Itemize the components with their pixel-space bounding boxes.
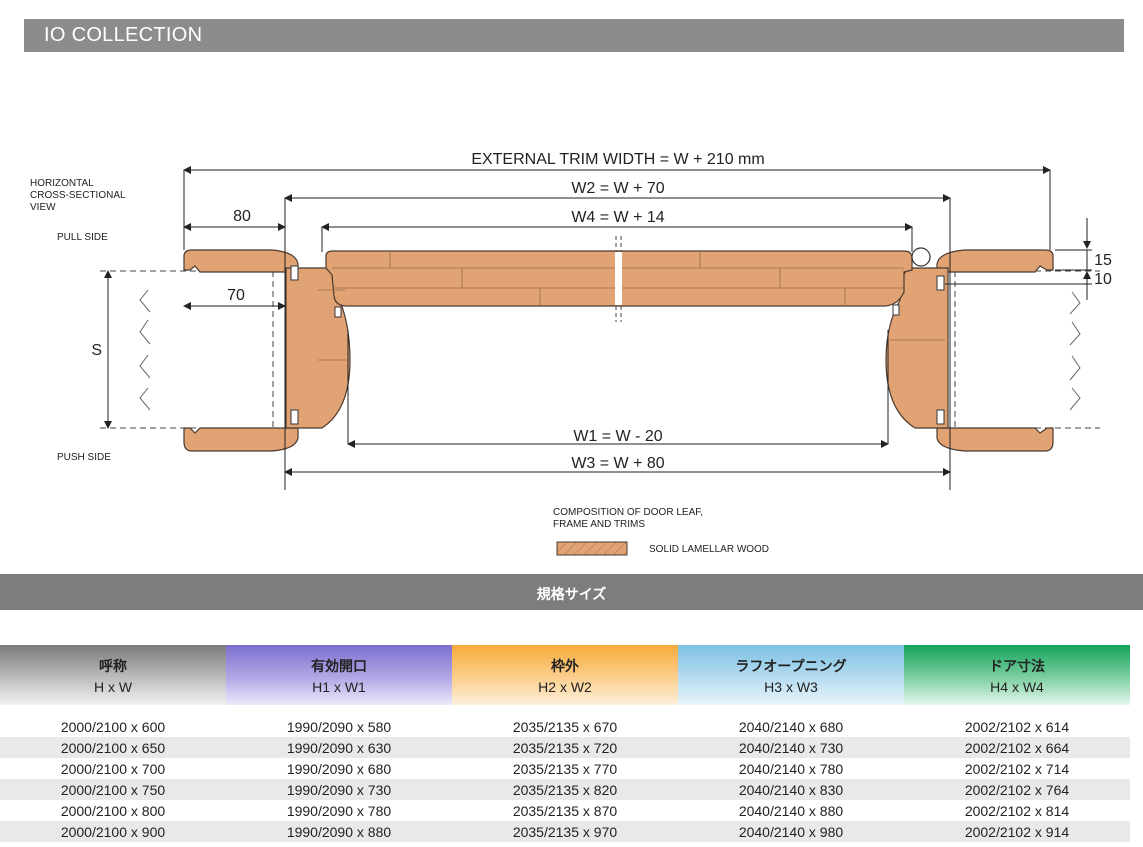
table-cell: 2000/2100 x 750: [0, 779, 226, 800]
table-row: 2000/2100 x 700 1990/2090 x 680 2035/213…: [0, 758, 1130, 779]
table-cell: 2035/2135 x 870: [512, 802, 618, 819]
table-cell: 2002/2102 x 814: [964, 802, 1070, 819]
col-header-frame-outer: 枠外 H2 x W2: [452, 645, 678, 705]
table-cell: 2002/2102 x 614: [964, 718, 1070, 735]
cross-section-diagram: EXTERNAL TRIM WIDTH = W + 210 mm W2 = W …: [91, 151, 1112, 556]
table-cell: 2040/2140 x 880: [738, 802, 844, 819]
dimension-labels: EXTERNAL TRIM WIDTH = W + 210 mm W2 = W …: [91, 151, 1112, 472]
table-cell: 2035/2135 x 820: [452, 779, 678, 800]
w3-label: W3 = W + 80: [571, 455, 664, 472]
size-table: 呼称 H x W 有効開口 H1 x W1 枠外 H2 x W2 ラフオープニング H3…: [0, 645, 1130, 842]
legend-swatch: [556, 541, 628, 556]
table-cell: 1990/2090 x 730: [226, 779, 452, 800]
table-cell: 2035/2135 x 720: [452, 737, 678, 758]
table-cell: 2040/2140 x 980: [678, 821, 904, 842]
table-cell: 2035/2135 x 770: [512, 760, 618, 777]
table-cell: 2000/2100 x 700: [60, 760, 166, 777]
dim-s-label: S: [91, 342, 102, 359]
right-wall-outline: [945, 270, 1100, 429]
right-wall-break: [1069, 291, 1081, 411]
table-row: 2000/2100 x 750 1990/2090 x 730 2035/213…: [0, 779, 1130, 800]
dim-15-label: 15: [1094, 252, 1112, 269]
legend-item-label: SOLID LAMELLAR WOOD: [649, 544, 770, 555]
table-cell: 2040/2140 x 830: [678, 779, 904, 800]
legend-title: COMPOSITION OF DOOR LEAF, FRAME AND TRIM…: [553, 507, 704, 530]
table-cell: 2000/2100 x 600: [60, 718, 166, 735]
right-push-trim: [936, 427, 1054, 452]
dim-70-label: 70: [227, 287, 245, 304]
table-cell: 2035/2135 x 970: [452, 821, 678, 842]
table-cell: 2002/2102 x 664: [904, 737, 1130, 758]
dim-10-label: 10: [1094, 271, 1112, 288]
table-row: 2000/2100 x 800 1990/2090 x 780 2035/213…: [0, 800, 1130, 821]
table-cell: 2040/2140 x 730: [678, 737, 904, 758]
table-cell: 2002/2102 x 714: [964, 760, 1070, 777]
table-row: 2000/2100 x 650 1990/2090 x 630 2035/213…: [0, 737, 1130, 758]
table-cell: 1990/2090 x 580: [286, 718, 392, 735]
external-width-label: EXTERNAL TRIM WIDTH = W + 210 mm: [471, 151, 764, 168]
table-cell: 2040/2140 x 780: [738, 760, 844, 777]
table-cell: 2000/2100 x 800: [60, 802, 166, 819]
col-header-rough-opening: ラフオープニング H3 x W3: [678, 645, 904, 705]
col-header-door-size: ドア寸法 H4 x W4: [904, 645, 1130, 705]
w4-label: W4 = W + 14: [571, 209, 664, 226]
left-push-trim: [183, 427, 299, 452]
table-cell: 2002/2102 x 914: [904, 821, 1130, 842]
table-cell: 1990/2090 x 780: [286, 802, 392, 819]
table-cell: 2000/2100 x 650: [0, 737, 226, 758]
table-cell: 2002/2102 x 764: [904, 779, 1130, 800]
table-cell: 1990/2090 x 680: [286, 760, 392, 777]
table-cell: 1990/2090 x 880: [226, 821, 452, 842]
col-header-clear-opening: 有効開口 H1 x W1: [226, 645, 452, 705]
hinge: [911, 247, 931, 267]
section-bar: 規格サイズ: [0, 574, 1143, 610]
table-row: 2000/2100 x 600 1990/2090 x 580 2035/213…: [0, 716, 1130, 737]
table-cell: 2040/2140 x 680: [738, 718, 844, 735]
table-header-row: 呼称 H x W 有効開口 H1 x W1 枠外 H2 x W2 ラフオープニング H3…: [0, 645, 1130, 705]
left-wall-break: [139, 289, 151, 411]
left-wall-outline: [100, 270, 285, 429]
page-title: IO COLLECTION: [44, 24, 203, 46]
right-pull-trim: [936, 249, 1054, 273]
table-cell: 2000/2100 x 900: [0, 821, 226, 842]
col-header-nominal: 呼称 H x W: [0, 645, 226, 705]
table-row: 2000/2100 x 900 1990/2090 x 880 2035/213…: [0, 821, 1130, 842]
left-pull-trim: [183, 249, 299, 273]
w1-label: W1 = W - 20: [573, 428, 662, 445]
section-title: 規格サイズ: [536, 586, 607, 602]
w2-label: W2 = W + 70: [571, 180, 664, 197]
dim-80-label: 80: [233, 208, 251, 225]
header-bar: IO COLLECTION: [24, 19, 1124, 52]
table-cell: 2035/2135 x 670: [512, 718, 618, 735]
table-cell: 1990/2090 x 630: [226, 737, 452, 758]
